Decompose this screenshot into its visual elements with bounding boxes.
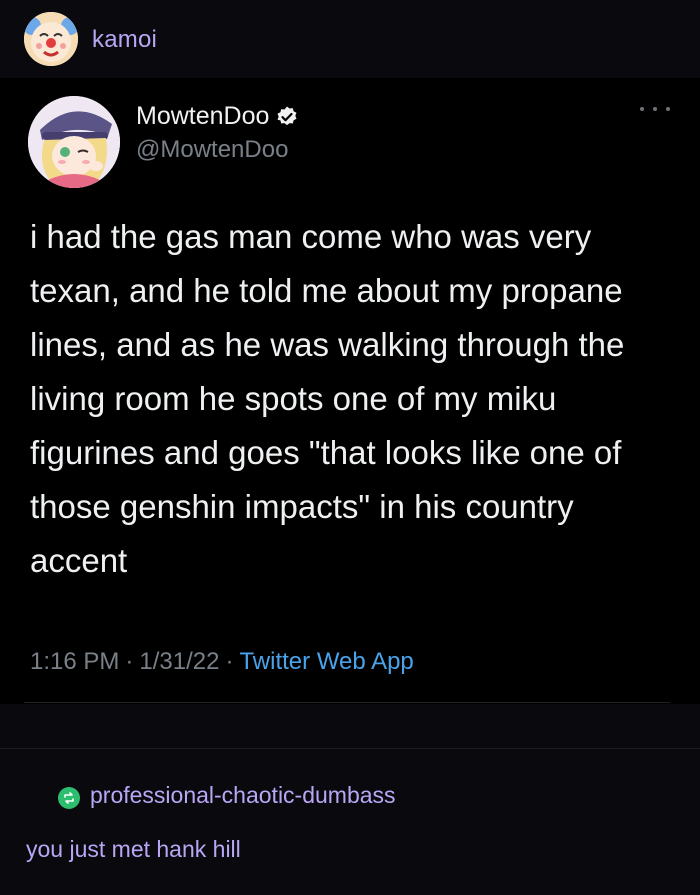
blog-name[interactable]: kamoi xyxy=(92,26,157,54)
embedded-tweet: MowtenDoo @MowtenDoo i had the gas man c… xyxy=(0,78,700,704)
tweet-display-name[interactable]: MowtenDoo xyxy=(136,102,299,131)
reblogger-row: professional-chaotic-dumbass xyxy=(58,782,396,809)
post-divider xyxy=(0,748,700,749)
tweet-divider xyxy=(24,702,670,703)
tweet-text: i had the gas man come who was very texa… xyxy=(30,218,625,579)
more-options-icon[interactable] xyxy=(640,102,670,116)
tweet-avatar[interactable] xyxy=(28,96,120,188)
verified-badge-icon xyxy=(275,105,299,129)
tweet-source-link[interactable]: Twitter Web App xyxy=(239,648,413,676)
tumblr-post: kamoi MowtenDoo @MowtenDoo i had the gas… xyxy=(0,0,700,895)
clown-avatar-icon[interactable] xyxy=(24,12,78,66)
reblog-icon xyxy=(58,786,80,809)
reblog-comment: you just met hank hill xyxy=(26,836,241,862)
meta-separator: · xyxy=(125,648,134,675)
meta-separator: · xyxy=(225,648,234,675)
tweet-metadata: 1:16 PM · 1/31/22 · Twitter Web App xyxy=(30,648,414,676)
tweet-handle[interactable]: @MowtenDoo xyxy=(136,136,288,164)
tweet-date[interactable]: 1/31/22 xyxy=(139,648,219,676)
reblogger-name[interactable]: professional-chaotic-dumbass xyxy=(90,782,396,809)
tweet-time[interactable]: 1:16 PM xyxy=(30,648,119,676)
post-header: kamoi xyxy=(0,0,700,78)
display-name-text: MowtenDoo xyxy=(136,102,270,130)
